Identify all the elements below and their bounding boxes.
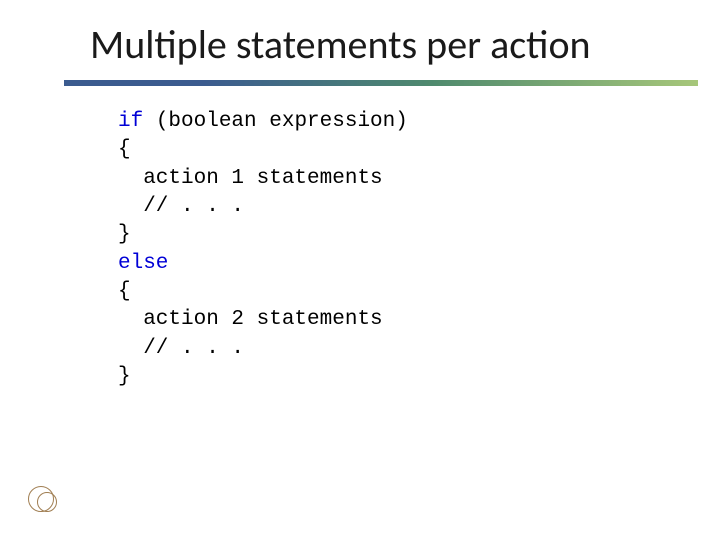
code-text: action 2 statements	[118, 308, 383, 331]
code-text: (boolean expression)	[143, 110, 408, 133]
corner-ornament-icon	[28, 484, 58, 514]
code-text: }	[118, 223, 131, 246]
code-text: {	[118, 280, 131, 303]
code-text: }	[118, 365, 131, 388]
keyword-if: if	[118, 110, 143, 133]
slide-title: Multiple statements per action	[90, 24, 690, 66]
code-text: // . . .	[118, 195, 244, 218]
code-text: action 1 statements	[118, 167, 383, 190]
code-block: if (boolean expression) { action 1 state…	[118, 108, 408, 391]
slide-frame: Multiple statements per action if (boole…	[0, 0, 720, 540]
code-text: {	[118, 138, 131, 161]
code-text: // . . .	[118, 337, 244, 360]
keyword-else: else	[118, 252, 168, 275]
title-underline	[64, 80, 698, 86]
